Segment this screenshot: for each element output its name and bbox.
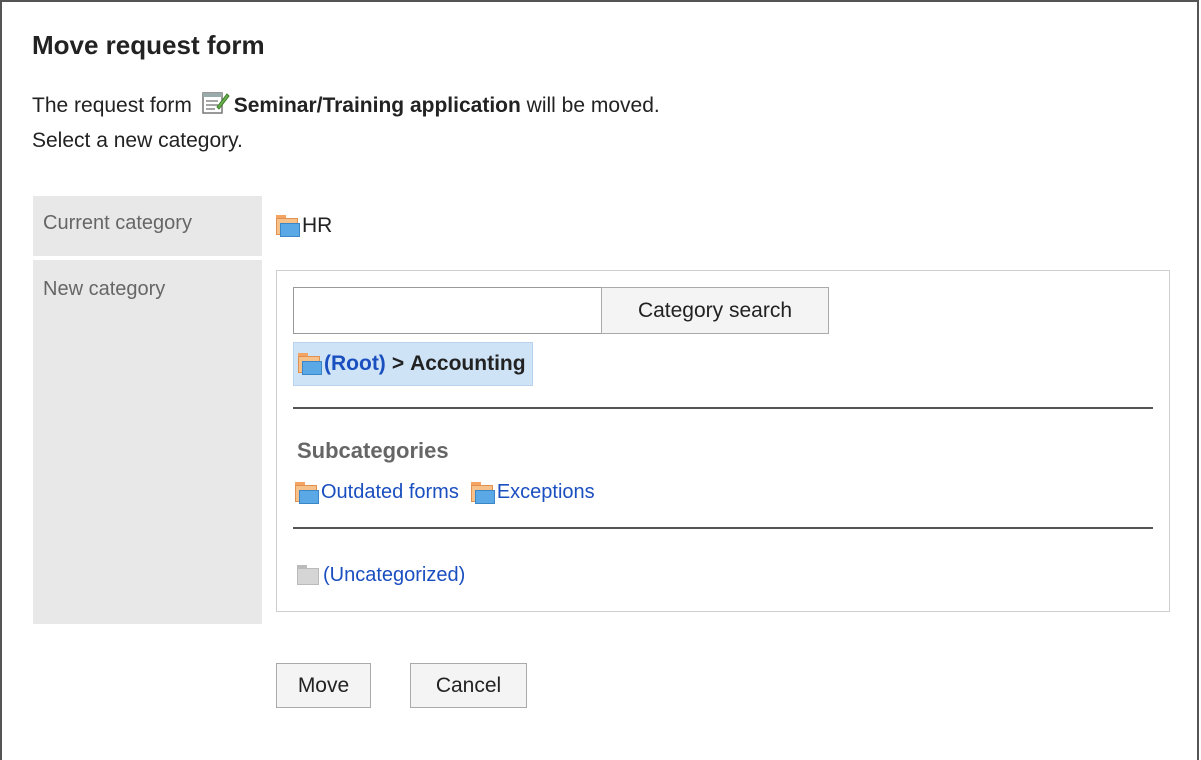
- divider: [293, 527, 1153, 529]
- subcategories-heading: Subcategories: [297, 438, 449, 463]
- subcategory-label: Exceptions: [496, 481, 595, 503]
- new-category-label: New category: [33, 260, 262, 624]
- uncategorized-link[interactable]: (Uncategorized): [297, 564, 465, 587]
- folder-icon: [276, 215, 300, 237]
- subcategory-outdated-forms[interactable]: Outdated forms: [295, 481, 459, 504]
- folder-icon: [470, 481, 495, 504]
- page-title: Move request form: [32, 30, 265, 60]
- description: The request form Seminar/Training applic…: [32, 88, 660, 158]
- breadcrumb-current: Accounting: [410, 352, 526, 375]
- description-prefix: The request form: [32, 94, 192, 117]
- current-category-value: HR: [276, 197, 1170, 238]
- new-category-row: New category Category search (Root) > Ac…: [33, 260, 1171, 624]
- cancel-button[interactable]: Cancel: [410, 663, 527, 708]
- form-name: Seminar/Training application: [233, 94, 521, 117]
- settings-table: Current category HR New category Categor…: [33, 192, 1171, 628]
- current-category-name: HR: [302, 214, 333, 237]
- subcategory-label: Outdated forms: [321, 481, 459, 503]
- breadcrumb-separator: >: [391, 352, 405, 375]
- description-line-1: The request form Seminar/Training applic…: [32, 88, 660, 123]
- request-form-icon: [202, 91, 230, 115]
- gray-folder-icon: [297, 564, 321, 587]
- folder-icon: [295, 481, 319, 504]
- action-buttons: Move Cancel: [276, 663, 527, 708]
- current-category-row: Current category HR: [33, 196, 1171, 256]
- category-search: Category search: [293, 287, 829, 334]
- move-button[interactable]: Move: [276, 663, 371, 708]
- current-category-label: Current category: [33, 196, 262, 256]
- uncategorized-label: (Uncategorized): [323, 564, 466, 586]
- breadcrumb-root-link[interactable]: (Root): [324, 352, 386, 376]
- category-search-input[interactable]: [293, 287, 601, 334]
- category-picker: Category search (Root) > Accounting Subc…: [276, 270, 1170, 612]
- category-search-button[interactable]: Category search: [601, 287, 829, 334]
- folder-icon: [298, 353, 322, 375]
- subcategory-list: Outdated forms Exceptions: [295, 481, 607, 504]
- divider: [293, 407, 1153, 409]
- subcategory-exceptions[interactable]: Exceptions: [470, 481, 595, 504]
- description-suffix: will be moved.: [526, 94, 660, 117]
- description-line-2: Select a new category.: [32, 129, 243, 152]
- breadcrumb: (Root) > Accounting: [293, 342, 533, 386]
